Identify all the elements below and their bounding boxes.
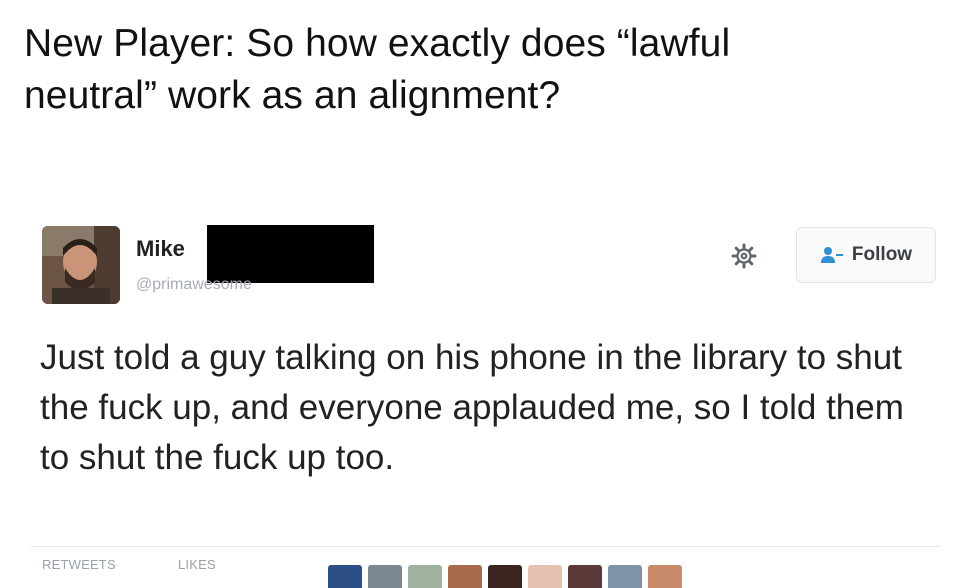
redaction-bar xyxy=(207,225,374,283)
liker-avatar[interactable] xyxy=(488,565,522,588)
author-display-name[interactable]: Mike xyxy=(136,236,185,262)
caption-line-2: neutral” work as an alignment? xyxy=(24,74,561,117)
liker-avatar[interactable] xyxy=(448,565,482,588)
liker-avatar[interactable] xyxy=(328,565,362,588)
add-user-icon xyxy=(820,246,844,264)
liker-avatar[interactable] xyxy=(368,565,402,588)
tweet-card: Mike @primawesome Follow Just told a guy… xyxy=(0,205,960,588)
retweets-label: RETWEETS xyxy=(42,557,116,572)
follow-button-label: Follow xyxy=(851,244,913,265)
caption-line-1: New Player: So how exactly does “lawful xyxy=(24,22,731,65)
liker-avatar[interactable] xyxy=(648,565,682,588)
avatar-photo-icon xyxy=(42,226,120,304)
gear-icon[interactable] xyxy=(731,243,757,269)
liker-avatar[interactable] xyxy=(608,565,642,588)
stats-divider xyxy=(30,546,940,547)
liker-avatar[interactable] xyxy=(528,565,562,588)
meme-caption: New Player: So how exactly does “lawful … xyxy=(24,18,924,122)
liker-avatars xyxy=(328,565,682,588)
tweet-body-text: Just told a guy talking on his phone in … xyxy=(40,338,904,477)
follow-button[interactable]: Follow xyxy=(796,227,936,283)
likes-label: LIKES xyxy=(178,557,216,572)
avatar[interactable] xyxy=(42,226,120,304)
liker-avatar[interactable] xyxy=(568,565,602,588)
liker-avatar[interactable] xyxy=(408,565,442,588)
author-handle[interactable]: @primawesome xyxy=(136,276,252,294)
